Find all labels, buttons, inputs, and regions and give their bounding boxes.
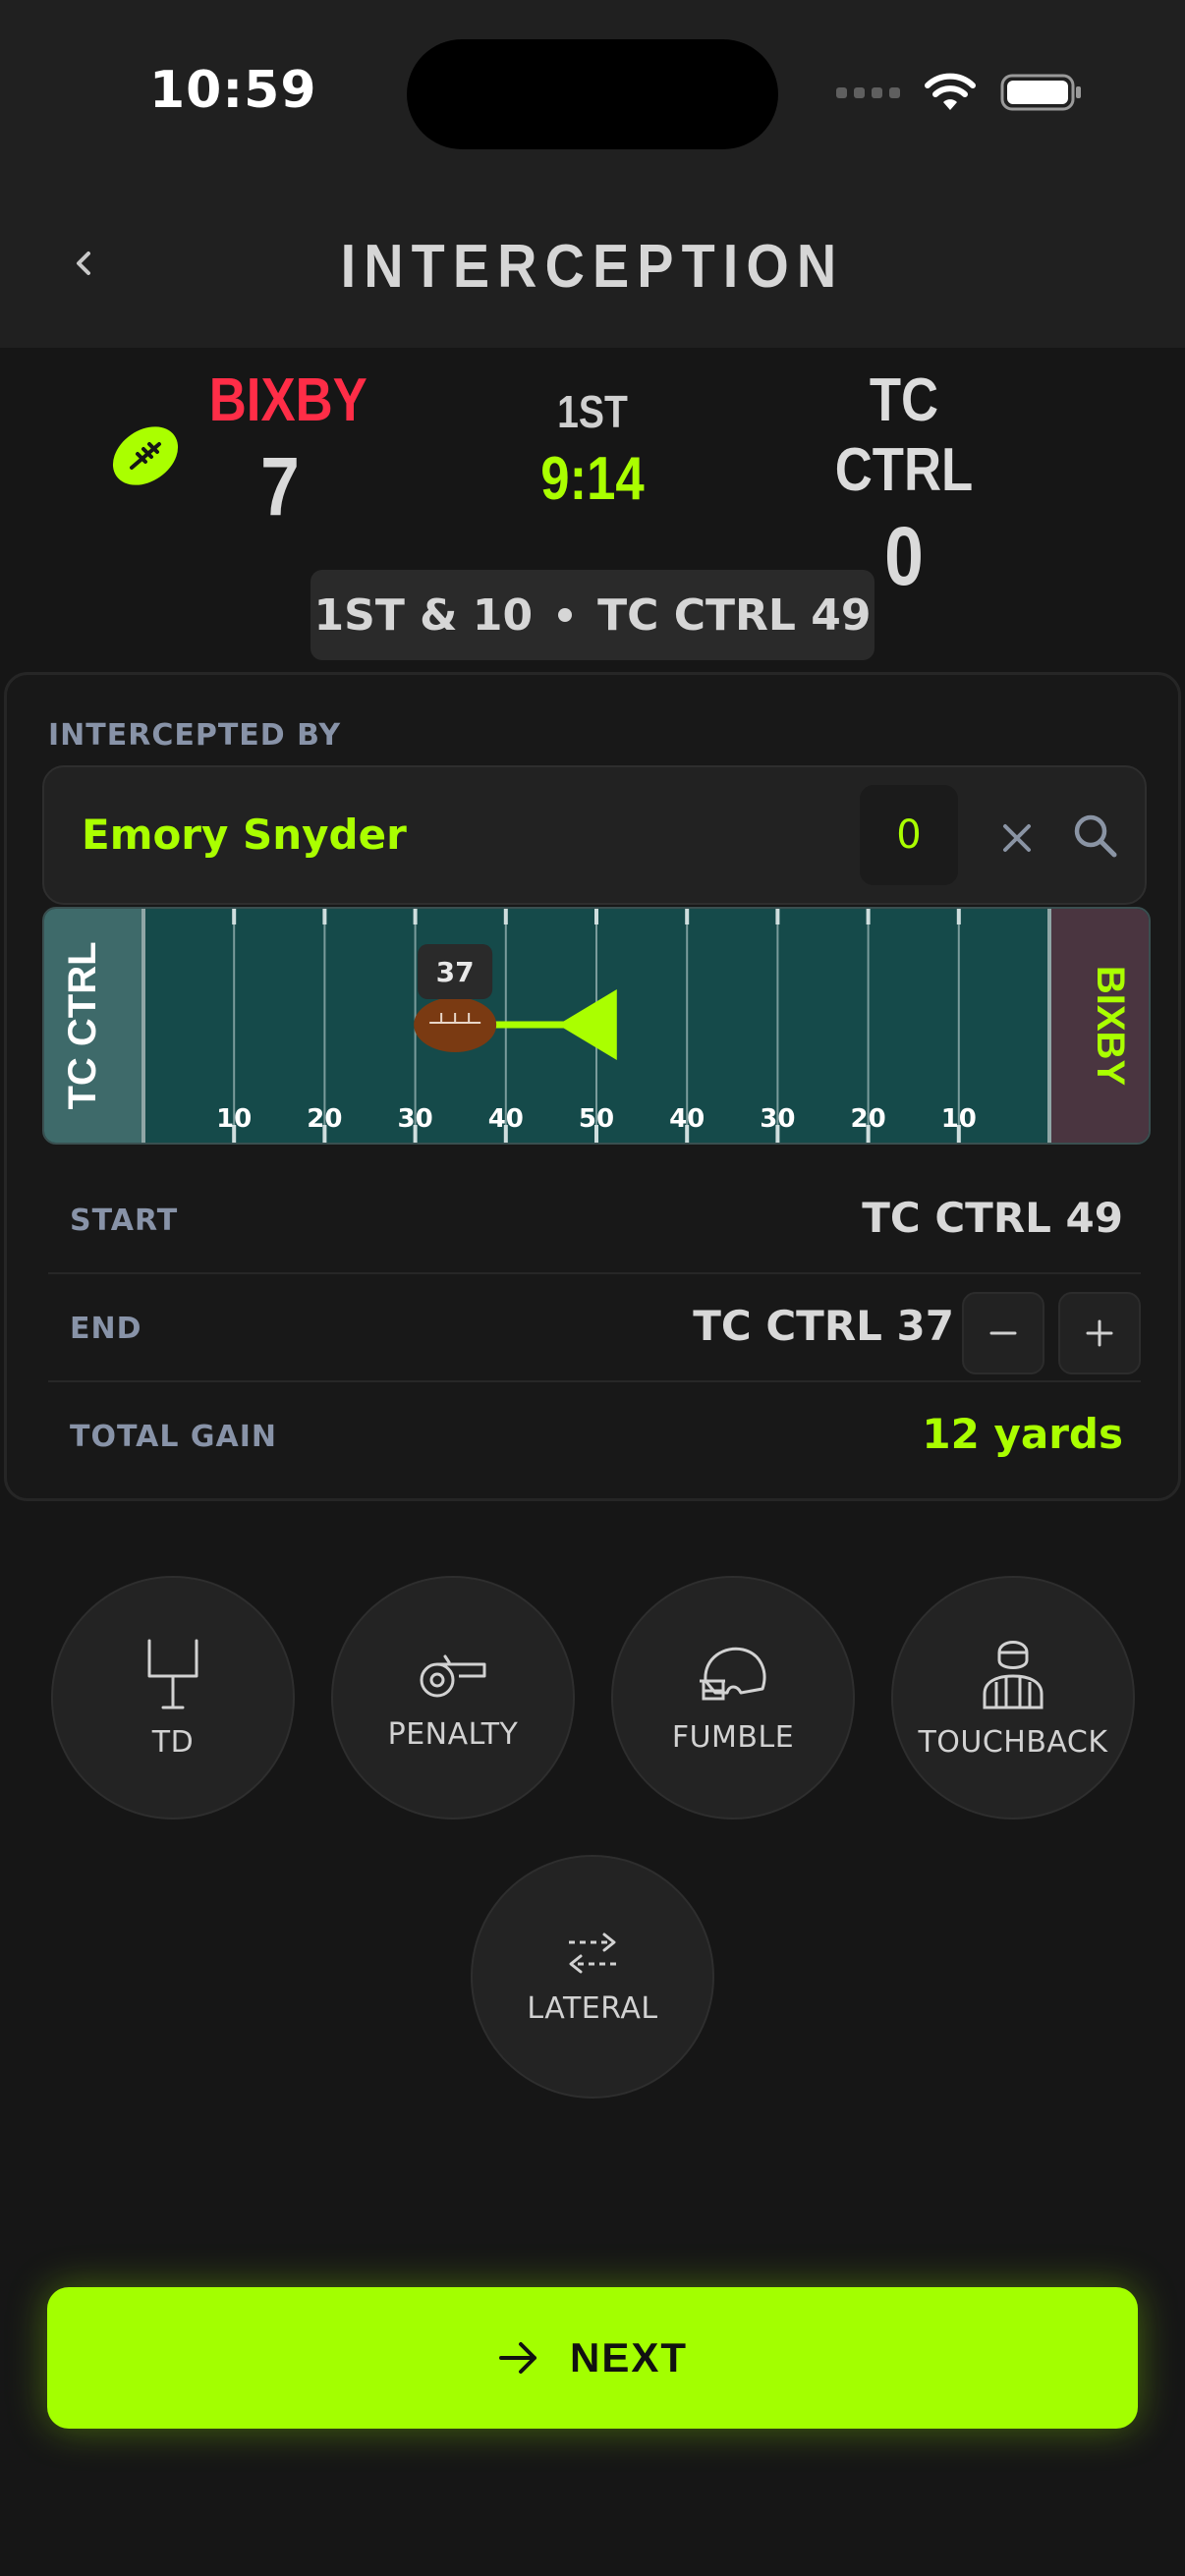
away-team-name: TC CTRL <box>834 366 974 504</box>
play-details: START TC CTRL 49 END TC CTRL 37 TOTAL GA… <box>48 1166 1141 1490</box>
separator-dot <box>558 608 573 622</box>
page-title: INTERCEPTION <box>340 233 845 301</box>
increment-button[interactable] <box>1058 1292 1141 1374</box>
lateral-button[interactable]: LATERAL <box>471 1855 714 2099</box>
helmet-icon <box>700 1647 766 1700</box>
left-endzone-label: TC CTRL <box>61 941 104 1109</box>
close-icon <box>1003 824 1031 852</box>
fumble-label: FUMBLE <box>671 1719 795 1755</box>
end-label: END <box>70 1312 142 1346</box>
touchback-label: TOUCHBACK <box>918 1724 1108 1760</box>
yard-label: 30 <box>760 1104 795 1134</box>
start-row: START TC CTRL 49 <box>48 1166 1141 1274</box>
lateral-label: LATERAL <box>527 1990 658 2026</box>
status-time: 10:59 <box>149 61 317 120</box>
field-graphic[interactable]: TC CTRL BIXBY 10 20 30 40 50 40 30 20 10 37 <box>44 909 1149 1143</box>
start-value: TC CTRL 49 <box>862 1194 1123 1242</box>
yard-labels: 10 20 30 40 50 40 30 20 10 <box>216 1104 977 1134</box>
status-icons <box>836 73 1083 112</box>
player-field[interactable]: Emory Snyder 0 <box>42 765 1147 905</box>
clear-button[interactable] <box>989 811 1044 866</box>
home-team: BIXBY 7 <box>197 365 367 534</box>
football-icon <box>112 426 179 485</box>
yard-label: 20 <box>307 1104 342 1134</box>
play-card: INTERCEPTED BY Emory Snyder 0 TC CTRL BI… <box>4 672 1181 1501</box>
penalty-button[interactable]: PENALTY <box>331 1576 575 1820</box>
ball-marker <box>414 997 497 1052</box>
clock-time: 9:14 <box>540 445 645 513</box>
quarter: 1ST <box>557 386 628 437</box>
decrement-button[interactable] <box>962 1292 1044 1374</box>
arrow-right-icon <box>498 2342 536 2374</box>
end-value: TC CTRL 37 <box>693 1302 954 1350</box>
right-endzone-label: BIXBY <box>1089 966 1132 1087</box>
td-button[interactable]: TD <box>51 1576 295 1820</box>
next-button[interactable]: NEXT <box>47 2287 1138 2429</box>
touchback-button[interactable]: TOUCHBACK <box>891 1576 1135 1820</box>
intercepted-by-label: INTERCEPTED BY <box>48 718 342 753</box>
down-text: 1ST & 10 <box>313 589 534 641</box>
dynamic-island <box>407 39 778 149</box>
away-team: TC CTRL 0 <box>786 365 1022 604</box>
home-team-score: 7 <box>260 440 300 532</box>
plus-icon <box>1086 1319 1113 1347</box>
td-label: TD <box>151 1724 195 1760</box>
battery-icon <box>1000 74 1081 111</box>
down-and-distance: 1ST & 10 TC CTRL 49 <box>310 570 875 660</box>
referee-icon <box>983 1640 1044 1708</box>
spot-text: TC CTRL 49 <box>597 589 872 641</box>
yard-label: 40 <box>669 1104 705 1134</box>
signal-icon <box>836 86 900 98</box>
top-bar: 10:59 INTERCEPTION <box>0 0 1185 348</box>
ball-position-label: 37 <box>436 956 475 988</box>
end-row: END TC CTRL 37 <box>48 1274 1141 1382</box>
search-icon <box>1074 814 1117 858</box>
search-button[interactable] <box>1066 807 1125 866</box>
whistle-icon <box>420 1654 486 1697</box>
fumble-button[interactable]: FUMBLE <box>611 1576 855 1820</box>
yard-label: 10 <box>941 1104 977 1134</box>
yard-label: 40 <box>488 1104 524 1134</box>
wifi-icon <box>925 73 976 110</box>
gain-row: TOTAL GAIN 12 yards <box>48 1382 1141 1490</box>
start-label: START <box>70 1204 179 1238</box>
yard-label: 20 <box>851 1104 886 1134</box>
player-name[interactable]: Emory Snyder <box>82 811 407 859</box>
penalty-label: PENALTY <box>387 1716 519 1752</box>
home-team-name: BIXBY <box>208 366 367 434</box>
lateral-arrows-icon <box>569 1932 616 1973</box>
yard-label: 30 <box>398 1104 433 1134</box>
yard-label: 10 <box>216 1104 252 1134</box>
game-clock: 1ST 9:14 <box>511 385 674 514</box>
jersey-number[interactable]: 0 <box>860 785 958 885</box>
next-label: NEXT <box>569 2334 688 2380</box>
goalpost-icon <box>147 1639 198 1708</box>
gain-label: TOTAL GAIN <box>70 1420 277 1454</box>
football-field[interactable]: TC CTRL BIXBY 10 20 30 40 50 40 30 20 10 37 <box>42 907 1151 1145</box>
yard-label: 50 <box>579 1104 614 1134</box>
gain-value: 12 yards <box>922 1410 1123 1458</box>
minus-icon <box>989 1331 1017 1335</box>
